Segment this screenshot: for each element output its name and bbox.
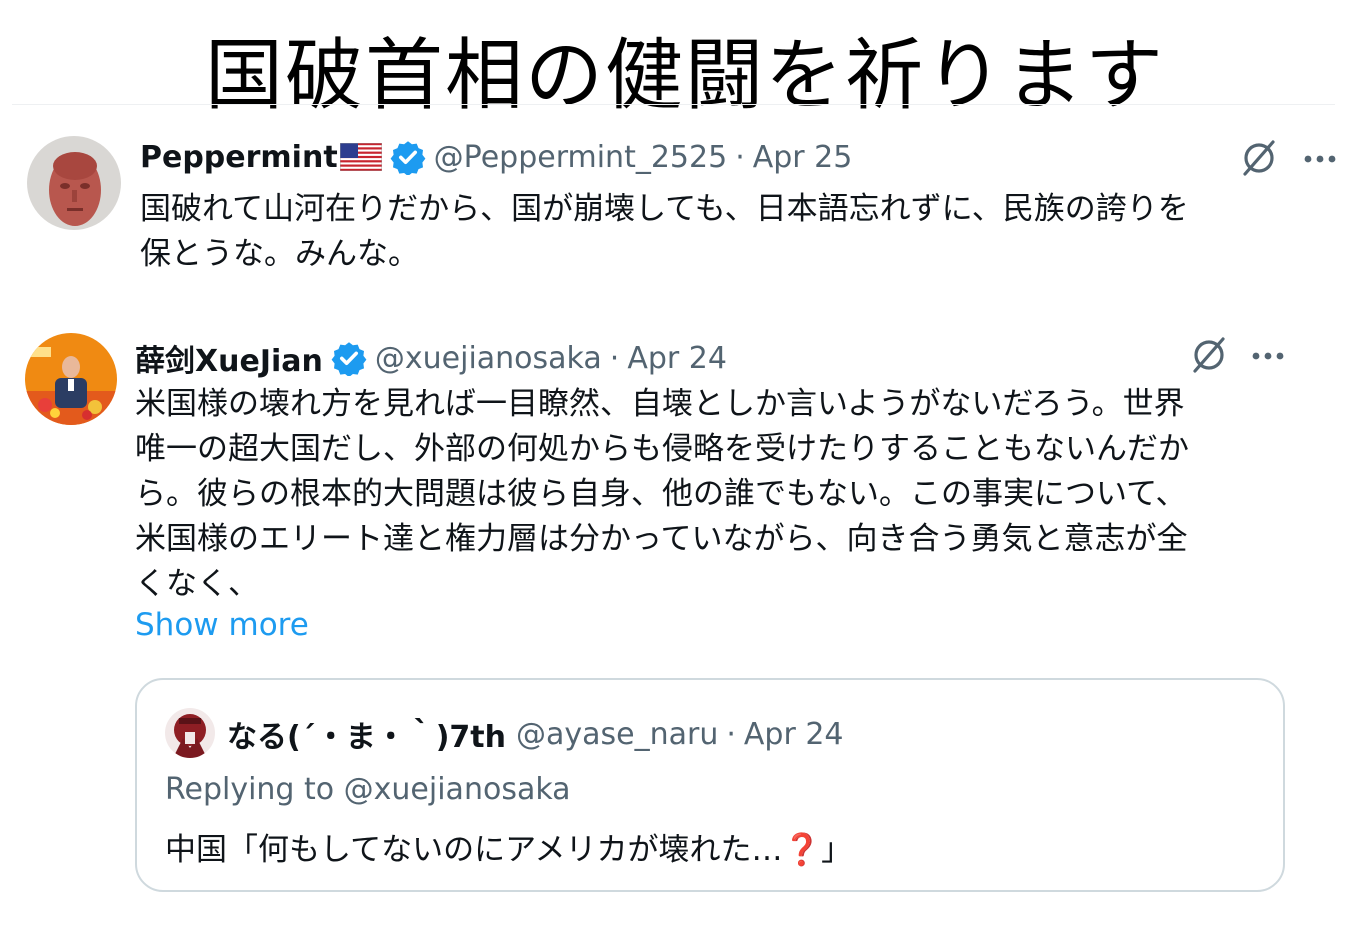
separator: ·	[735, 139, 745, 175]
handle[interactable]: @Peppermint_2525	[434, 140, 728, 175]
quoted-text: 中国「何もしてないのにアメリカが壊れた…❓」	[165, 824, 852, 869]
question-mark-icon: ❓	[782, 832, 822, 868]
replying-to: Replying to @xuejianosaka	[165, 772, 571, 807]
verified-badge-icon	[390, 141, 426, 175]
verified-badge-icon	[331, 342, 367, 376]
quoted-text-end: 」	[821, 832, 853, 868]
us-flag-icon	[339, 143, 382, 171]
avatar[interactable]	[27, 136, 121, 230]
grok-icon[interactable]	[1238, 137, 1280, 179]
grok-icon[interactable]	[1188, 334, 1230, 376]
quoted-handle[interactable]: @ayase_naru	[516, 717, 718, 752]
show-more-link[interactable]: Show more	[135, 607, 309, 643]
divider	[12, 104, 1335, 105]
avatar[interactable]	[25, 333, 117, 425]
display-name[interactable]: Peppermint	[140, 140, 338, 175]
quoted-avatar[interactable]	[165, 708, 215, 758]
timestamp[interactable]: Apr 24	[627, 341, 727, 376]
display-name[interactable]: 薛剑XueJian	[135, 336, 323, 380]
quoted-text-main: 中国「何もしてないのにアメリカが壊れた…	[165, 832, 783, 868]
tweet-text: 国破れて山河在りだから、国が崩壊しても、日本語忘れずに、民族の誇りを 保とうな。…	[140, 191, 1189, 272]
more-icon[interactable]	[1302, 153, 1338, 165]
more-icon[interactable]	[1250, 350, 1286, 362]
tweet-text: 米国様の壊れ方を見れば一目瞭然、自壊としか言いようがないだろう。世界 唯一の超大…	[135, 386, 1189, 602]
separator: ·	[609, 340, 620, 376]
quoted-timestamp[interactable]: Apr 24	[744, 717, 844, 752]
quoted-display-name[interactable]: なる(´・ま・｀)7th	[227, 712, 506, 756]
handle[interactable]: @xuejianosaka	[375, 341, 602, 376]
headline: 国破首相の健闘を祈ります	[205, 31, 1166, 121]
separator: ·	[726, 716, 736, 752]
timestamp[interactable]: Apr 25	[753, 140, 853, 175]
quoted-tweet-card[interactable]: なる(´・ま・｀)7th @ayase_naru · Apr 24 Replyi…	[135, 678, 1285, 892]
